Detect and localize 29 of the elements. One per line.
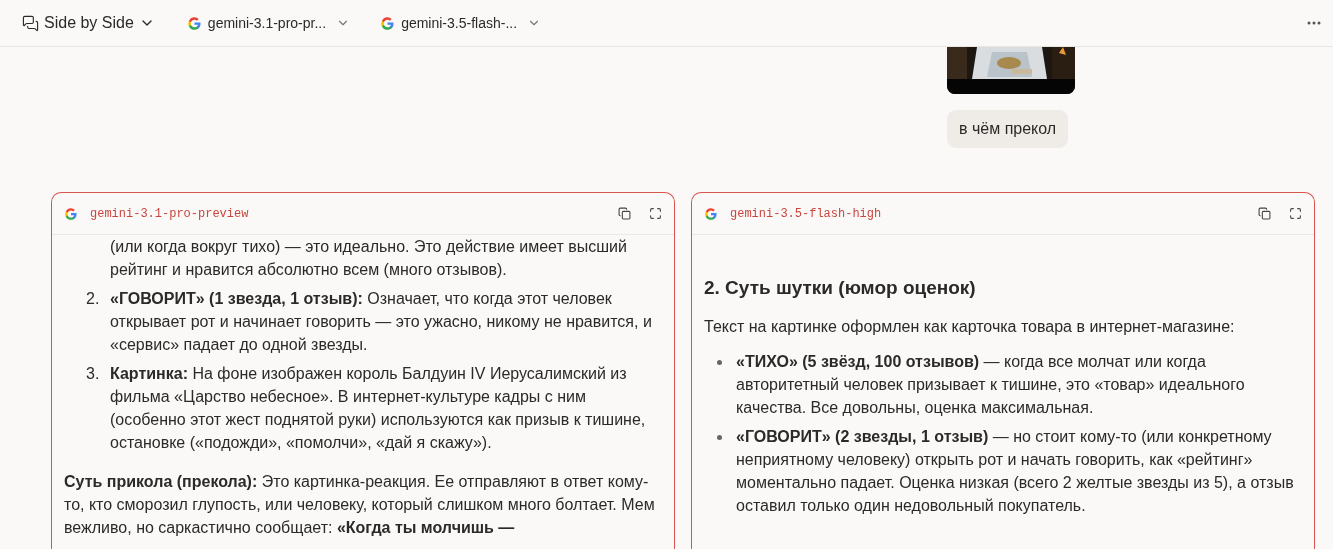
- google-logo-icon: [64, 206, 78, 221]
- more-options-button[interactable]: [1307, 21, 1321, 25]
- model-selector[interactable]: gemini-3.5-flash-...: [380, 15, 542, 31]
- model-name: gemini-3.5-flash-high: [730, 206, 883, 221]
- bullet-icon: [717, 360, 722, 365]
- chat-bubbles-icon: [22, 14, 39, 32]
- list-item-text: «ГОВОРИТ» (1 звезда, 1 отзыв): Означает, что когда этот человек открывает рот и начинает говорить — это ужасно, никому не нравится, и «сервис» падает до одной звезды.: [110, 289, 653, 355]
- expand-button[interactable]: [649, 207, 662, 220]
- expand-button[interactable]: [1289, 207, 1302, 220]
- list-item-text: «ТИХО» (5 звёзд, 100 отзывов) — когда все молчат или когда авторитетный человек призывает к тишине, это «товар» идеального качества. Все довольны, оценка максимальная.: [736, 352, 1246, 418]
- user-message: в чём прекол: [947, 110, 1069, 148]
- more-icon: [1307, 21, 1321, 25]
- list-item-text: Картинка: На фоне изображен король Балдуин IV Иерусалимский из фильма «Царство небесное». В интернет-культуре кадры с ним (особенно этот жест поднятой руки) используются как призыв к тишине, остановке («подожди», «помолчи», «дай я скажу»).: [110, 364, 647, 453]
- bullet-icon: [717, 435, 722, 440]
- model-selector[interactable]: gemini-3.1-pro-pr...: [186, 15, 351, 31]
- list-number: 3.: [86, 364, 101, 384]
- google-logo-icon: [704, 206, 718, 221]
- list-number: 2.: [86, 289, 101, 309]
- section-heading: 2. Суть шутки (юмор оценок): [704, 276, 977, 300]
- google-logo-icon: [380, 15, 396, 31]
- paragraph: Текст на картинке оформлен как карточка товара в интернет-магазине:: [704, 317, 1236, 337]
- model-name: gemini-3.1-pro-preview: [90, 206, 250, 221]
- copy-button[interactable]: [1258, 207, 1271, 220]
- copy-button[interactable]: [618, 207, 631, 220]
- paragraph: Суть прикола (прекола): Это картинка-реакция. Ее отправляют в ответ кому-то, кто сморозил глупость, или человеку, который слишком много болтает. Мем вежливо, но саркастично сообщает: «Когда ты молчишь —: [64, 472, 656, 538]
- view-mode-dropdown[interactable]: Side by Side: [22, 14, 155, 32]
- list-item-text: (или когда вокруг тихо) — это идеально. Это действие имеет высший рейтинг и нравится абсолютно всем (много отзывов).: [110, 237, 628, 280]
- google-logo-icon: [186, 15, 202, 31]
- list-item-text: «ГОВОРИТ» (2 звезды, 1 отзыв) — но стоит кому-то (или конкретному неприятному человеку) открыть рот и начать говорить, как «рейтинг» моментально падает. Оценка низкая (всего 2 желтые звезды из 5), а отзыв оставил только один недовольный покупатель.: [736, 427, 1295, 516]
